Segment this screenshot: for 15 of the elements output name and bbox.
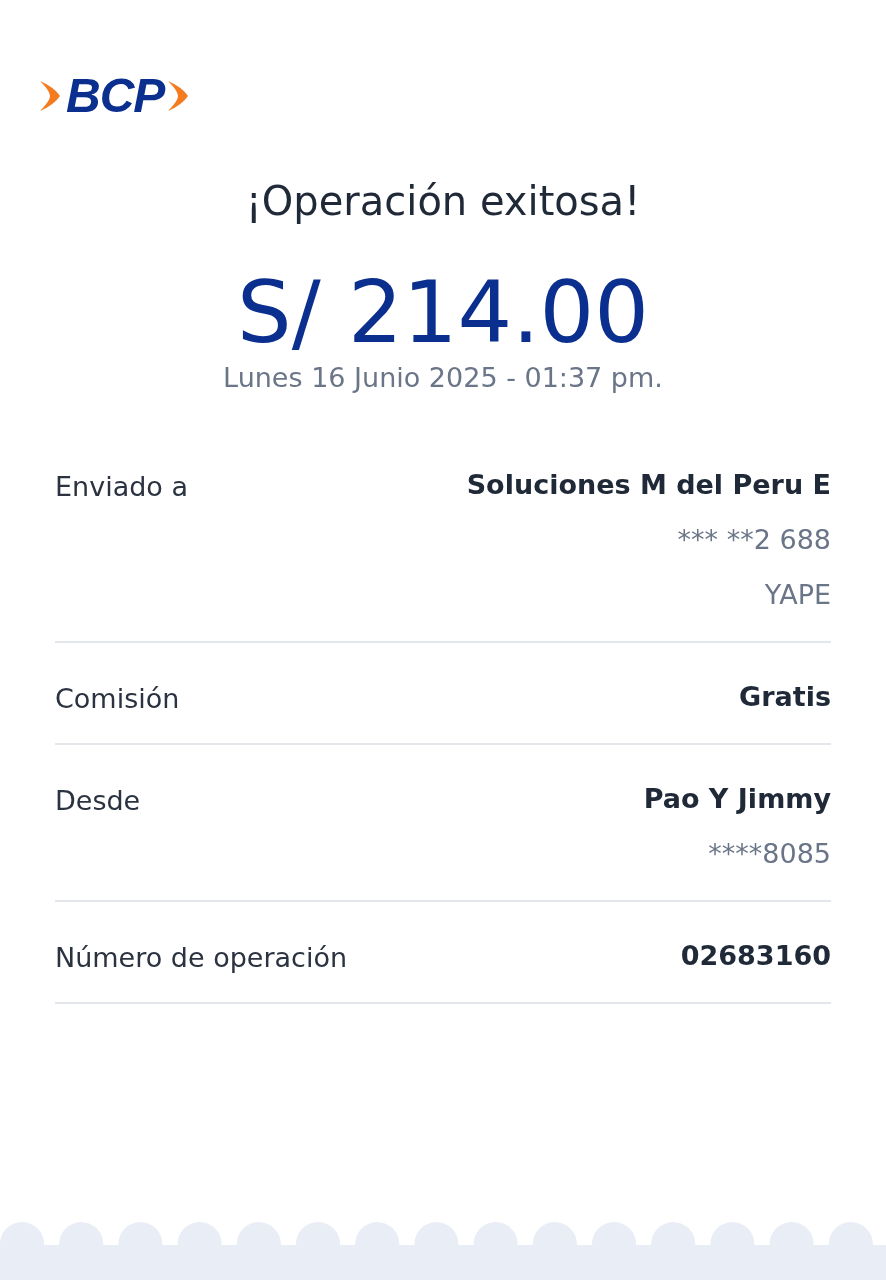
detail-value: Pao Y Jimmy (643, 782, 831, 816)
amount: S/ 214.00 (237, 262, 649, 362)
detail-label: Número de operación (55, 941, 348, 975)
detail-value: Gratis (739, 680, 831, 714)
success-title: ¡Operación exitosa! (245, 178, 641, 224)
detail-value: Soluciones M del Peru E (466, 468, 831, 502)
detail-value: 02683160 (680, 939, 831, 973)
detail-label: Comisión (55, 682, 180, 716)
detail-subtext: *** **2 688 (677, 523, 831, 557)
detail-label: Desde (55, 784, 141, 818)
detail-label: Enviado a (55, 470, 188, 504)
bcp-logo: BCP (38, 72, 193, 120)
detail-subtext: ****8085 (708, 837, 831, 871)
detail-subtext: YAPE (764, 578, 831, 612)
date-time: Lunes 16 Junio 2025 - 01:37 pm. (223, 362, 663, 393)
